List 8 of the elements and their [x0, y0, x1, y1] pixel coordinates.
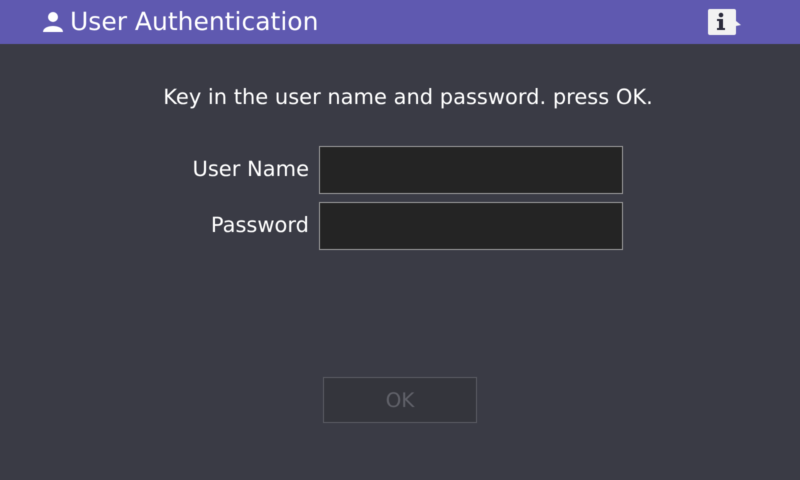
user-icon	[42, 11, 64, 33]
info-icon[interactable]	[708, 8, 742, 36]
input-field[interactable]	[319, 202, 623, 250]
input-field[interactable]	[319, 146, 623, 194]
instruction-text: Key in the user name and password. press OK.	[163, 84, 653, 111]
window-title: User Authentication	[70, 6, 318, 38]
field-label: User Name	[192, 156, 309, 183]
field-label: Password	[210, 212, 309, 239]
